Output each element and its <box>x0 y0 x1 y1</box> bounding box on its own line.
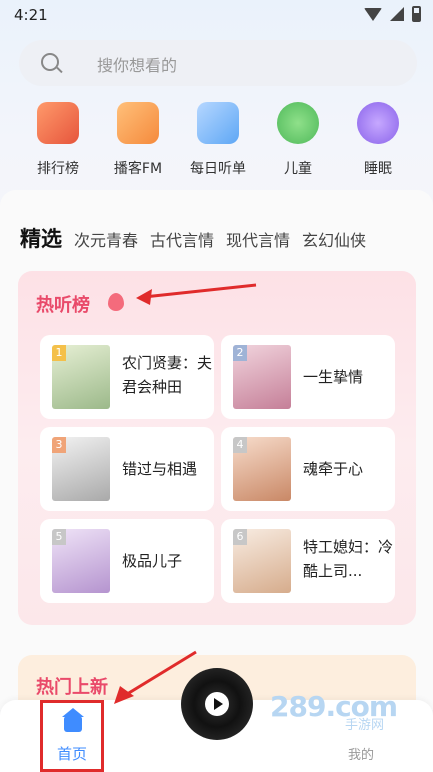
book-title: 一生挚情 <box>303 368 364 386</box>
search-placeholder: 搜你想看的 <box>97 56 178 75</box>
battery-icon <box>412 6 421 22</box>
rank-badge: 5 <box>52 529 66 545</box>
radio-icon <box>117 102 159 144</box>
rank-badge: 4 <box>233 437 247 453</box>
tab-ancient-romance[interactable]: 古代言情 <box>150 227 214 251</box>
book-cover: 5 <box>52 529 110 593</box>
book-item-3[interactable]: 3 错过与相遇 <box>40 427 214 511</box>
ranking-icon <box>37 102 79 144</box>
player-disc[interactable] <box>181 668 253 740</box>
book-cover: 6 <box>233 529 291 593</box>
tab-modern-romance[interactable]: 现代言情 <box>226 227 290 251</box>
category-label: 睡眠 <box>364 161 392 177</box>
book-title: 魂牵于心 <box>303 460 364 478</box>
signal-icon <box>390 7 404 21</box>
category-podcast[interactable]: 播客FM <box>98 102 178 178</box>
book-title: 极品儿子 <box>122 552 183 570</box>
category-label: 儿童 <box>284 161 312 177</box>
status-icons <box>364 6 421 22</box>
play-icon <box>205 692 229 716</box>
tab-bar: 精选 次元青春 古代言情 现代言情 玄幻仙侠 <box>20 223 366 253</box>
tab-youth[interactable]: 次元青春 <box>74 227 138 251</box>
annotation-arrow <box>136 283 257 305</box>
book-cover: 1 <box>52 345 110 409</box>
category-daily[interactable]: 每日听单 <box>178 102 258 178</box>
category-label: 排行榜 <box>37 161 79 177</box>
wifi-icon <box>364 7 382 21</box>
book-item-5[interactable]: 5 极品儿子 <box>40 519 214 603</box>
category-sleep[interactable]: 睡眠 <box>338 102 418 178</box>
nav-home[interactable]: 首页 <box>40 700 104 772</box>
nav-mine-label[interactable]: 我的 <box>348 744 374 763</box>
status-bar: 4:21 <box>0 0 433 30</box>
hot-list-title[interactable]: 热听榜 <box>36 291 90 317</box>
book-title: 农门贤妻：夫君会种田 <box>122 354 213 396</box>
hot-list-card: 热听榜 1 农门贤妻：夫君会种田 2 一生挚情 3 错过与相遇 4 魂牵于心 5… <box>18 271 416 625</box>
rank-badge: 6 <box>233 529 247 545</box>
new-release-title[interactable]: 热门上新 <box>36 673 108 699</box>
rank-badge: 3 <box>52 437 66 453</box>
book-cover: 4 <box>233 437 291 501</box>
category-label: 播客FM <box>113 161 163 177</box>
book-cover: 3 <box>52 437 110 501</box>
category-kids[interactable]: 儿童 <box>258 102 338 178</box>
book-item-2[interactable]: 2 一生挚情 <box>221 335 395 419</box>
category-row: 排行榜 播客FM 每日听单 儿童 睡眠 <box>0 102 433 182</box>
category-ranking[interactable]: 排行榜 <box>18 102 98 178</box>
playlist-icon <box>197 102 239 144</box>
watermark-sub: 手游网 <box>345 718 385 733</box>
status-time: 4:21 <box>14 6 48 24</box>
home-icon <box>62 708 84 732</box>
kids-icon <box>277 102 319 144</box>
tab-fantasy[interactable]: 玄幻仙侠 <box>302 227 366 251</box>
main-content: 精选 次元青春 古代言情 现代言情 玄幻仙侠 热听榜 1 农门贤妻：夫君会种田 … <box>0 190 433 755</box>
book-title: 错过与相遇 <box>122 460 198 478</box>
book-item-1[interactable]: 1 农门贤妻：夫君会种田 <box>40 335 214 419</box>
tab-featured[interactable]: 精选 <box>20 223 62 253</box>
rank-badge: 2 <box>233 345 247 361</box>
book-item-4[interactable]: 4 魂牵于心 <box>221 427 395 511</box>
search-bar[interactable]: 搜你想看的 <box>19 40 417 86</box>
book-cover: 2 <box>233 345 291 409</box>
nav-home-label: 首页 <box>56 745 87 763</box>
moon-icon <box>357 102 399 144</box>
search-icon <box>41 53 59 71</box>
flame-icon <box>108 293 124 311</box>
rank-badge: 1 <box>52 345 66 361</box>
book-item-6[interactable]: 6 特工媳妇：冷酷上司... <box>221 519 395 603</box>
book-title: 特工媳妇：冷酷上司... <box>303 538 394 580</box>
category-label: 每日听单 <box>190 161 246 177</box>
